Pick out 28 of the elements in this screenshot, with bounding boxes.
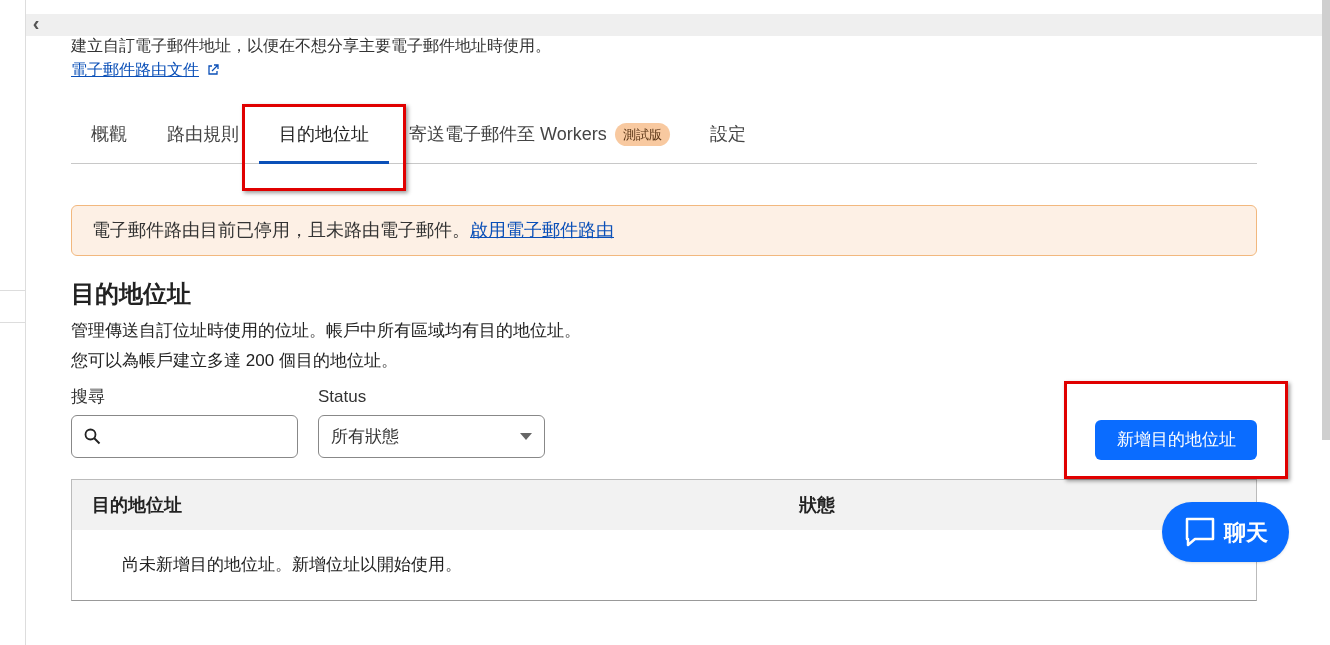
section-title: 目的地位址: [71, 279, 192, 309]
tab[interactable]: 目的地位址: [259, 108, 389, 164]
chat-bubble-icon: [1183, 516, 1216, 548]
search-field[interactable]: [71, 415, 298, 458]
description-text: 您可以為帳戶建立多達 200 個目的地位址。: [71, 350, 399, 372]
description-text: 管理傳送自訂位址時使用的位址。帳戶中所有區域均有目的地位址。: [71, 320, 582, 342]
search-label: 搜尋: [71, 385, 106, 408]
tab[interactable]: 寄送電子郵件至 Workers 測試版: [389, 108, 690, 164]
scrollbar[interactable]: [1322, 0, 1330, 440]
back-button[interactable]: ‹: [29, 12, 43, 34]
doc-link[interactable]: 電子郵件路由文件: [71, 58, 199, 82]
add-address-button[interactable]: 新增目的地位址: [1095, 420, 1257, 460]
column-header: 狀態: [799, 493, 835, 517]
empty-message: 尚未新增目的地位址。新增位址以開始使用。: [122, 554, 462, 577]
chat-button[interactable]: 聊天: [1162, 502, 1289, 562]
enable-link[interactable]: 啟用電子郵件路由: [470, 217, 614, 244]
intro-text: 建立自訂電子郵件地址，以便在不想分享主要電子郵件地址時使用。: [71, 36, 551, 56]
tab[interactable]: 設定: [689, 108, 766, 164]
caret-icon: [520, 433, 532, 440]
tab[interactable]: 概觀: [71, 108, 147, 164]
external-link-icon: [207, 64, 219, 76]
status-select[interactable]: 所有狀態: [318, 415, 545, 458]
search-icon: [84, 428, 101, 445]
tab[interactable]: 路由規則: [147, 108, 259, 164]
status-label: Status: [318, 385, 368, 408]
column-header: 目的地位址: [91, 493, 183, 517]
beta-badge: 測試版: [614, 122, 670, 147]
banner-text: 電子郵件路由目前已停用，且未路由電子郵件。: [92, 219, 470, 242]
